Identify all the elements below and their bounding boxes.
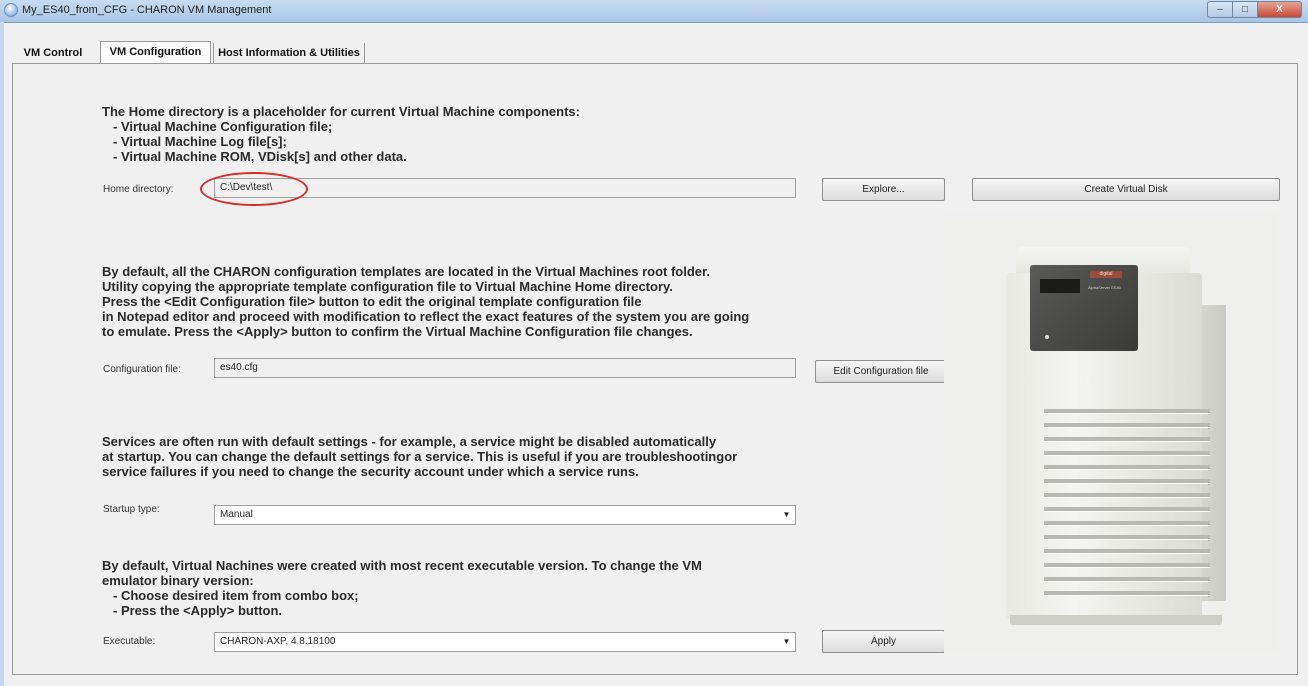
server-vent [1044, 591, 1210, 596]
services-description: Services are often run with default sett… [102, 434, 737, 479]
app-icon [4, 3, 18, 17]
server-front-panel: digital AlphaServer ES40 [1030, 265, 1138, 351]
maximize-button[interactable]: □ [1233, 1, 1258, 18]
config-description-line: Press the <Edit Configuration file> butt… [102, 294, 642, 309]
server-vent [1044, 549, 1210, 554]
server-power-led [1045, 335, 1049, 339]
home-description-line: - Virtual Machine Log file[s]; [113, 134, 287, 149]
home-directory-label: Home directory: [103, 184, 174, 195]
config-description: By default, all the CHARON configuration… [102, 264, 749, 339]
server-vent [1044, 563, 1210, 568]
server-model-text: AlphaServer ES40 [1088, 285, 1121, 290]
highlight-circle [200, 172, 308, 206]
server-vent [1044, 507, 1210, 512]
server-vent [1044, 479, 1210, 484]
server-display [1040, 279, 1080, 293]
executable-description-line: By default, Virtual Nachines were create… [102, 558, 702, 573]
server-base [1010, 615, 1222, 625]
config-description-line: Utility copying the appropriate template… [102, 279, 673, 294]
startup-type-label: Startup type: [103, 504, 160, 515]
config-description-line: By default, all the CHARON configuration… [102, 264, 710, 279]
create-virtual-disk-button[interactable]: Create Virtual Disk [972, 178, 1280, 201]
home-description: The Home directory is a placeholder for … [102, 104, 580, 164]
executable-description: By default, Virtual Nachines were create… [102, 558, 702, 618]
edit-configuration-file-button[interactable]: Edit Configuration file [815, 360, 947, 383]
server-brand-logo: digital [1090, 271, 1122, 278]
executable-description-line: emulator binary version: [102, 573, 254, 588]
config-description-line: to emulate. Press the <Apply> button to … [102, 324, 693, 339]
executable-value: CHARON-AXP, 4.8.18100 [220, 636, 336, 647]
services-description-line: service failures if you need to change t… [102, 464, 639, 479]
apply-button[interactable]: Apply [822, 630, 945, 653]
server-image: digital AlphaServer ES40 [944, 213, 1278, 653]
executable-description-line: - Choose desired item from combo box; [113, 588, 359, 603]
server-vent [1044, 437, 1210, 442]
server-vent [1044, 521, 1210, 526]
tab-vm-configuration[interactable]: VM Configuration [100, 41, 211, 65]
services-description-line: at startup. You can change the default s… [102, 449, 738, 464]
executable-label: Executable: [103, 636, 156, 647]
window-title: My_ES40_from_CFG - CHARON VM Management [22, 4, 272, 16]
server-vent [1044, 423, 1210, 428]
chevron-down-icon[interactable]: ▼ [780, 508, 793, 522]
executable-description-line: - Press the <Apply> button. [113, 603, 283, 618]
executable-combo[interactable]: CHARON-AXP, 4.8.18100 ▼ [214, 632, 796, 652]
minimize-button[interactable]: – [1207, 1, 1233, 18]
services-description-line: Services are often run with default sett… [102, 434, 717, 449]
tab-host-information[interactable]: Host Information & Utilities [213, 43, 365, 64]
server-vent [1044, 409, 1210, 414]
explore-button[interactable]: Explore... [822, 178, 945, 201]
tab-vm-control[interactable]: VM Control [8, 43, 98, 64]
startup-type-combo[interactable]: Manual ▼ [214, 505, 796, 525]
server-vent [1044, 451, 1210, 456]
server-vent [1044, 465, 1210, 470]
window-border [0, 22, 4, 686]
home-description-line: - Virtual Machine Configuration file; [113, 119, 333, 134]
window-controls: – □ X [1207, 1, 1302, 19]
startup-type-value: Manual [220, 509, 253, 520]
server-vent [1044, 577, 1210, 582]
window-titlebar[interactable]: My_ES40_from_CFG - CHARON VM Management … [0, 0, 1308, 23]
configuration-file-label: Configuration file: [103, 364, 181, 375]
server-vent [1044, 493, 1210, 498]
close-button[interactable]: X [1258, 1, 1302, 18]
config-description-line: in Notepad editor and proceed with modif… [102, 309, 750, 324]
server-vent [1044, 535, 1210, 540]
chevron-down-icon[interactable]: ▼ [780, 635, 793, 649]
home-description-line: - Virtual Machine ROM, VDisk[s] and othe… [113, 149, 407, 164]
configuration-file-field[interactable]: es40.cfg [214, 358, 796, 378]
home-description-line: The Home directory is a placeholder for … [102, 104, 580, 119]
